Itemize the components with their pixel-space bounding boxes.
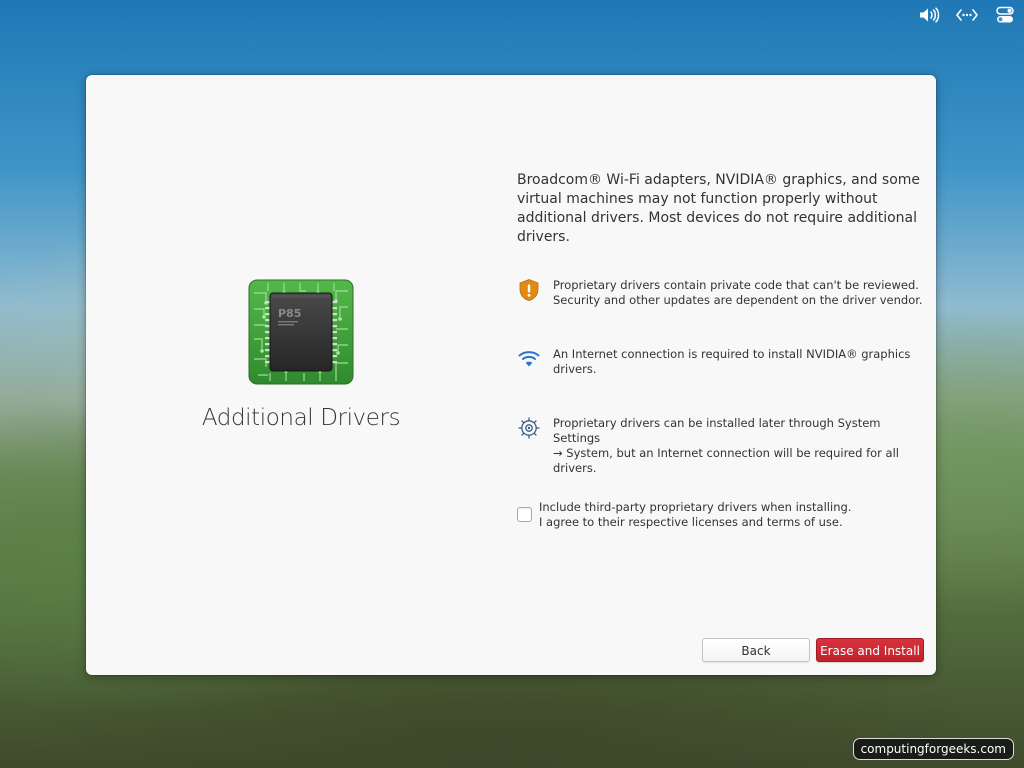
erase-and-install-button[interactable]: Erase and Install xyxy=(816,638,924,662)
note-line: Security and other updates are dependent… xyxy=(553,293,923,307)
note-line: An Internet connection is required to in… xyxy=(553,347,911,361)
drivers-chip-icon: P85 xyxy=(248,279,354,385)
note-line: → System, but an Internet connection wil… xyxy=(553,446,899,460)
third-party-drivers-checkbox[interactable] xyxy=(517,507,532,522)
installer-left-pane: P85 Additional Drivers xyxy=(86,75,516,675)
note-line: Proprietary drivers can be installed lat… xyxy=(553,416,881,445)
settings-gear-icon xyxy=(517,416,541,440)
note-line: drivers. xyxy=(553,461,597,475)
session-toggles-icon[interactable] xyxy=(994,6,1016,24)
installer-window: P85 Additional Drivers Broadcom® Wi-Fi a… xyxy=(86,75,936,675)
checkbox-label-line[interactable]: I agree to their respective licenses and… xyxy=(539,515,851,530)
page-title: Additional Drivers xyxy=(201,405,401,431)
volume-icon[interactable] xyxy=(918,6,940,24)
network-icon[interactable] xyxy=(956,6,978,24)
intro-text: Broadcom® Wi-Fi adapters, NVIDIA® graphi… xyxy=(517,172,921,245)
back-button[interactable]: Back xyxy=(702,638,810,662)
checkbox-label-line[interactable]: Include third-party proprietary drivers … xyxy=(539,500,851,515)
security-warning-icon xyxy=(517,278,541,302)
watermark-badge: computingforgeeks.com xyxy=(852,738,1014,760)
system-indicators xyxy=(918,6,1016,24)
wifi-icon xyxy=(517,347,541,371)
chip-label: P85 xyxy=(278,307,301,320)
note-internet-required: An Internet connection is required to in… xyxy=(517,347,927,377)
note-proprietary-code: Proprietary drivers contain private code… xyxy=(517,278,927,308)
note-line: Proprietary drivers contain private code… xyxy=(553,278,919,292)
third-party-drivers-option[interactable]: Include third-party proprietary drivers … xyxy=(517,500,917,530)
note-line: drivers. xyxy=(553,362,597,376)
note-install-later: Proprietary drivers can be installed lat… xyxy=(517,416,927,476)
